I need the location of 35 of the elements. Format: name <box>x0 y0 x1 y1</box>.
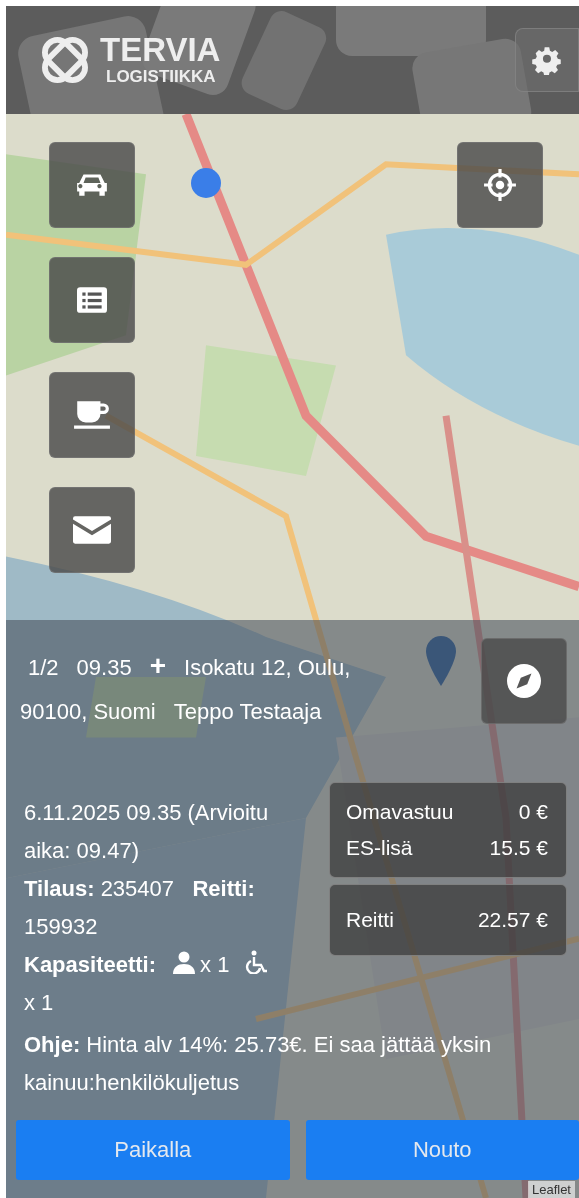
price-label: Omavastuu <box>346 799 454 825</box>
person-icon <box>172 950 197 974</box>
attribution-link[interactable]: Leaflet <box>527 1181 575 1198</box>
compass-icon <box>507 664 541 698</box>
map-pin-icon <box>426 636 456 686</box>
instructions-text: Ohje: Hinta alv 14%: 25.73€. Ei saa jättää yksin kainuu:henkilökuljetus <box>23 1031 493 1097</box>
locate-button[interactable] <box>457 142 543 228</box>
action-button[interactable]: Paikalla <box>16 1120 290 1180</box>
list-button[interactable] <box>49 257 135 343</box>
task-summary: 1/2 09.35 + Isokatu 12, Oulu, 90100, Suomi Teppo Testaaja <box>20 649 352 726</box>
price-value: 15.5 € <box>489 835 548 861</box>
price-value: 0 € <box>518 799 548 825</box>
mail-icon <box>73 516 111 544</box>
logo-subtitle: LOGISTIIKKA <box>106 67 216 87</box>
car-icon <box>75 172 109 198</box>
price-label: ES-lisä <box>346 835 413 861</box>
capacity-count: x 1 <box>24 990 54 1015</box>
price-label: Reitti <box>346 907 394 933</box>
capacity-count: x 1 <box>200 952 230 977</box>
settings-button[interactable] <box>515 28 579 92</box>
navigate-button[interactable] <box>481 638 567 724</box>
car-button[interactable] <box>49 142 135 228</box>
capacity-label: Kapasiteetti: <box>24 952 157 977</box>
wheelchair-icon <box>245 950 270 974</box>
mail-button[interactable] <box>49 487 135 573</box>
cup-button[interactable] <box>49 372 135 458</box>
action-button[interactable]: Nouto <box>305 1120 579 1180</box>
pickup-datetime: 6.11.2025 09.35 (Arvioitu aika: 09.47) <box>24 799 270 865</box>
settings-icon <box>532 45 562 75</box>
crosshair-icon <box>483 168 517 202</box>
location-dot-icon <box>190 167 222 199</box>
list-icon <box>77 287 107 313</box>
cup-icon <box>73 399 111 431</box>
price-value: 22.57 € <box>477 907 548 933</box>
logo-title: TERVIA <box>100 33 221 67</box>
